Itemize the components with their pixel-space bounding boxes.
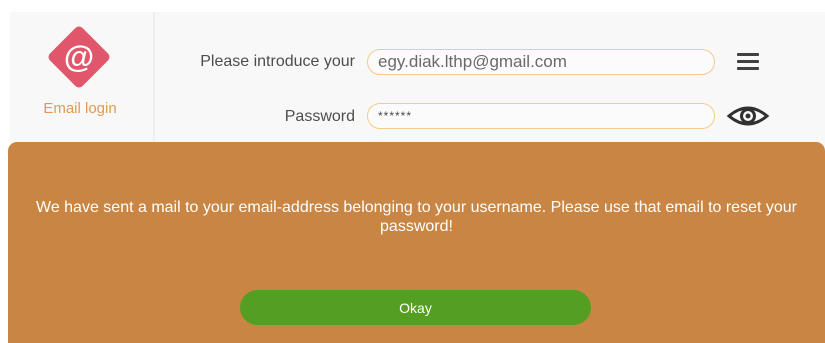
email-login-label: Email login — [43, 100, 117, 117]
password-reset-dialog: We have sent a mail to your email-addres… — [8, 142, 825, 343]
email-field[interactable] — [367, 49, 715, 75]
password-field-label: Password — [284, 108, 355, 125]
at-sign-icon: @ — [63, 39, 95, 74]
okay-button[interactable]: Okay — [240, 290, 591, 325]
password-field[interactable] — [367, 103, 715, 129]
email-field-label: Please introduce your — [200, 53, 355, 70]
dialog-message: We have sent a mail to your email-addres… — [36, 199, 797, 235]
page: @ Email login Please introduce your Pass… — [0, 0, 825, 343]
hamburger-menu-icon[interactable] — [737, 52, 759, 72]
eye-icon[interactable] — [727, 104, 769, 128]
